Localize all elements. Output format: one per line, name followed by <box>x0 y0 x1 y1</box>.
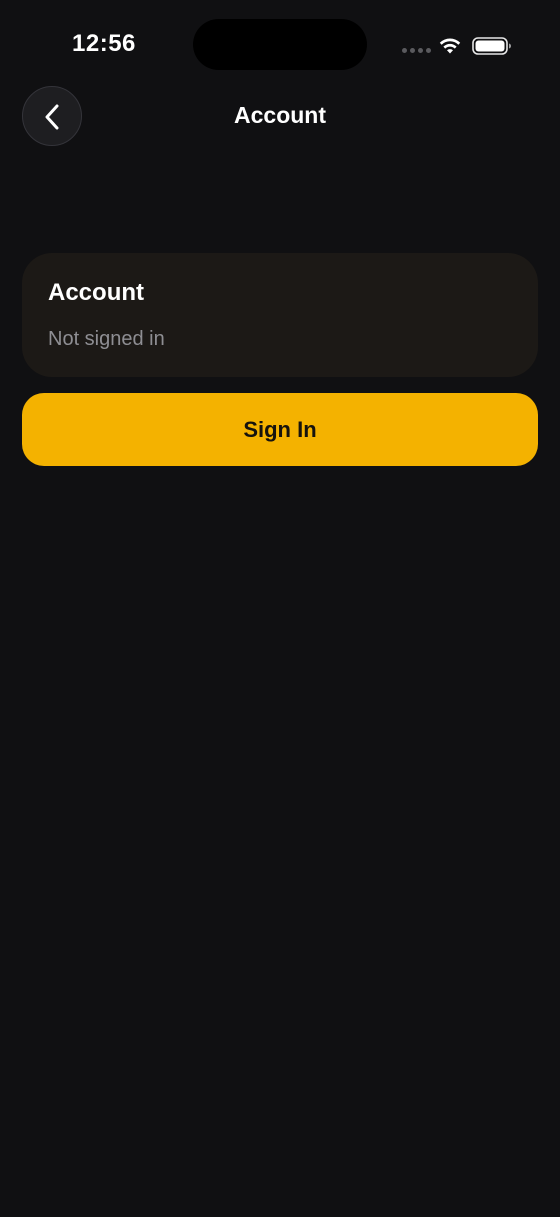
sign-in-button[interactable]: Sign In <box>22 393 538 466</box>
wifi-icon <box>439 38 461 54</box>
battery-icon <box>472 37 511 55</box>
status-time: 12:56 <box>72 30 136 57</box>
nav-bar: Account <box>0 86 560 148</box>
account-card-heading: Account <box>48 279 144 306</box>
account-card: Account Not signed in <box>22 253 538 377</box>
signal-dots-icon <box>402 48 431 53</box>
sign-in-button-label: Sign In <box>243 416 317 442</box>
page-title: Account <box>234 102 326 128</box>
account-status-text: Not signed in <box>48 328 165 350</box>
status-bar: 12:56 <box>0 0 560 90</box>
dynamic-island <box>193 19 367 70</box>
